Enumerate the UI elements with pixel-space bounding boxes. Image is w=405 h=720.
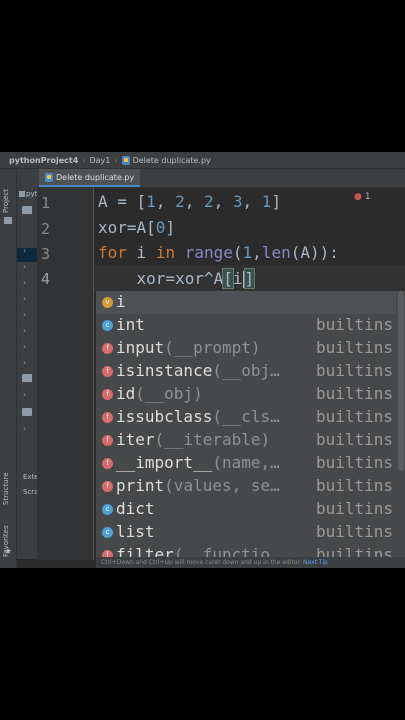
code-line-4[interactable]: xor=xor^A[i] [98, 268, 256, 289]
next-tip-link[interactable]: Next Tip [303, 559, 328, 566]
function-icon: f [102, 458, 113, 469]
error-icon: ● [354, 192, 362, 202]
completion-item-name: list [116, 522, 155, 541]
class-icon: c [102, 320, 113, 331]
function-icon: f [102, 481, 113, 492]
class-icon: c [102, 527, 113, 538]
chevron-right-icon: › [82, 155, 86, 165]
completion-item-name: __import__(name,… [116, 453, 280, 472]
tab-delete-duplicate[interactable]: Delete duplicate.py [39, 169, 141, 187]
completion-item-source: builtins [316, 453, 394, 472]
chevron-right-icon[interactable]: › [23, 278, 26, 287]
completion-item-name: id(__obj) [116, 384, 203, 403]
completion-item-source: builtins [316, 361, 394, 380]
inspection-widget[interactable]: ● 1 [354, 192, 371, 202]
breadcrumb: pythonProject4 › Day1 › Delete duplicate… [0, 152, 405, 169]
line-number: 3 [41, 245, 51, 263]
chevron-right-icon[interactable]: › [23, 310, 26, 319]
completion-item-name: i [116, 292, 126, 311]
completion-item[interactable]: f print(values, se… builtins [96, 475, 396, 498]
editor-tab-bar: Delete duplicate.py [37, 169, 405, 188]
completion-item-name: int [116, 315, 145, 334]
completion-item-source: builtins [316, 499, 394, 518]
python-file-icon [121, 155, 130, 165]
project-tool-button[interactable]: Project [2, 189, 10, 213]
chevron-right-icon[interactable]: › [23, 424, 26, 433]
line-number-gutter: 1 2 3 4 [37, 188, 94, 560]
completion-item-source: builtins [316, 476, 394, 495]
variable-icon: v [102, 297, 113, 308]
folder-icon [19, 191, 25, 197]
star-icon: ★ [4, 547, 13, 557]
completion-item-source: builtins [316, 315, 394, 334]
chevron-right-icon: › [114, 155, 118, 165]
structure-tool-button[interactable]: Structure [2, 472, 10, 505]
python-file-icon [45, 172, 53, 182]
completion-item[interactable]: f isinstance(__obj… builtins [96, 360, 396, 383]
tree-item-scratches[interactable]: Scra [23, 488, 37, 496]
breadcrumb-folder[interactable]: Day1 [89, 156, 110, 165]
chevron-right-icon[interactable]: › [23, 262, 26, 271]
line-number-current: 4 [41, 270, 51, 288]
chevron-right-icon[interactable]: › [23, 358, 26, 367]
chevron-right-icon[interactable]: › [23, 294, 26, 303]
chevron-right-icon[interactable]: › [23, 390, 26, 399]
folder-icon [22, 408, 32, 416]
code-line-3[interactable]: for i in range(1,len(A)): [98, 243, 339, 262]
folder-icon [22, 206, 32, 214]
chevron-right-icon[interactable]: › [23, 246, 26, 255]
completion-item[interactable]: f id(__obj) builtins [96, 383, 396, 406]
completion-item-source: builtins [316, 338, 394, 357]
completion-item-source: builtins [316, 384, 394, 403]
breadcrumb-project[interactable]: pythonProject4 [9, 156, 78, 165]
function-icon: f [102, 366, 113, 377]
completion-item-source: builtins [316, 522, 394, 541]
tree-item-external-libraries[interactable]: Exte [23, 473, 37, 481]
function-icon: f [102, 389, 113, 400]
completion-item-name: input(__prompt) [116, 338, 261, 357]
line-number: 1 [41, 194, 51, 212]
function-icon: f [102, 412, 113, 423]
folder-icon [4, 217, 12, 224]
completion-popup: v i c int builtins f input(__prompt) builtins f i… [96, 291, 405, 568]
completion-scrollbar[interactable] [398, 291, 404, 471]
completion-item[interactable]: c int builtins [96, 314, 396, 337]
completion-item[interactable]: f issubclass(__cls… builtins [96, 406, 396, 429]
folder-icon [22, 374, 32, 382]
function-icon: f [102, 343, 113, 354]
tree-item-root[interactable]: pyt [26, 190, 37, 198]
completion-item[interactable]: f iter(__iterable) builtins [96, 429, 396, 452]
tree-item-selected[interactable] [17, 248, 37, 262]
code-line-1[interactable]: A = [1, 2, 2, 3, 1] [98, 192, 281, 211]
completion-item[interactable]: c dict builtins [96, 498, 396, 521]
inspection-count: 1 [364, 192, 371, 202]
completion-item-name: issubclass(__cls… [116, 407, 280, 426]
code-line-2[interactable]: xor=A[0] [98, 218, 175, 237]
completion-tip: Ctrl+Down and Ctrl+Up will move caret do… [96, 557, 405, 568]
completion-item-name: dict [116, 499, 155, 518]
class-icon: c [102, 504, 113, 515]
project-tree: pyt › › › › › › › › › › Exte Scra [17, 169, 38, 559]
completion-item-source: builtins [316, 407, 394, 426]
completion-item-name: isinstance(__obj… [116, 361, 280, 380]
completion-item[interactable]: vi [96, 291, 396, 314]
bracket-match: ] [243, 268, 256, 289]
left-tool-strip: Project Structure Favorites ★ [0, 169, 17, 568]
bracket-match: [ [222, 268, 234, 289]
completion-item[interactable]: f __import__(name,… builtins [96, 452, 396, 475]
completion-item-name: print(values, se… [116, 476, 280, 495]
chevron-right-icon[interactable]: › [23, 326, 26, 335]
breadcrumb-file[interactable]: Delete duplicate.py [133, 156, 211, 165]
chevron-right-icon[interactable]: › [23, 342, 26, 351]
completion-item-source: builtins [316, 430, 394, 449]
completion-item-name: iter(__iterable) [116, 430, 271, 449]
line-number: 2 [41, 220, 51, 238]
tab-label: Delete duplicate.py [56, 172, 135, 182]
function-icon: f [102, 435, 113, 446]
completion-item[interactable]: c list builtins [96, 521, 396, 544]
completion-item[interactable]: f input(__prompt) builtins [96, 337, 396, 360]
